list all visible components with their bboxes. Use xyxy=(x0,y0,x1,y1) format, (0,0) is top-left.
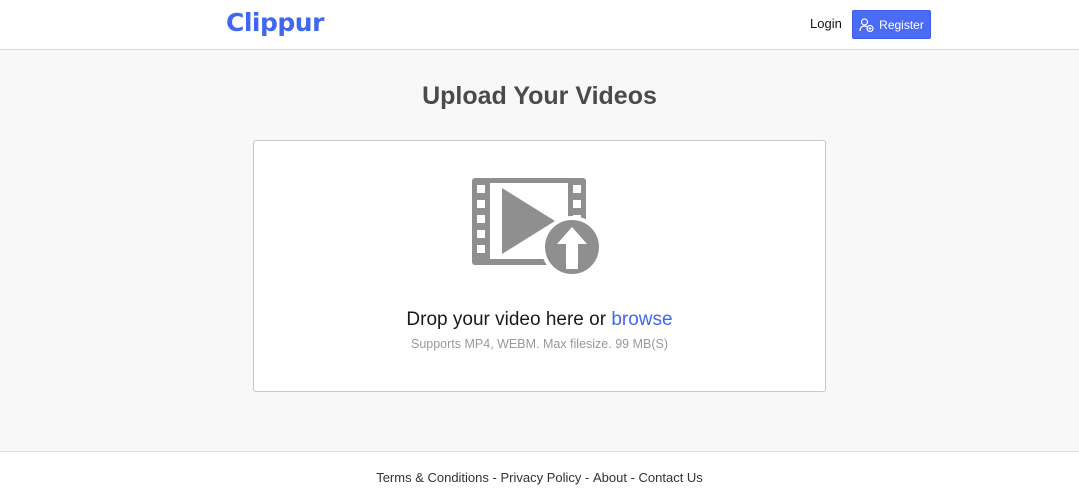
page-title: Upload Your Videos xyxy=(422,82,657,110)
user-add-icon xyxy=(859,17,874,32)
footer-separator: - xyxy=(626,470,639,485)
register-label: Register xyxy=(879,17,924,32)
logo[interactable]: Clippur xyxy=(226,7,324,39)
drop-text: Drop your video here or xyxy=(406,309,612,330)
terms-link[interactable]: Terms & Conditions xyxy=(376,470,489,485)
video-upload-icon xyxy=(471,177,603,284)
supported-formats-text: Supports MP4, WEBM. Max filesize. 99 MB(… xyxy=(410,337,668,351)
login-link[interactable]: Login xyxy=(810,16,842,32)
footer-separator: - xyxy=(581,470,593,485)
video-dropzone[interactable]: Drop your video here or browse Supports … xyxy=(253,140,826,392)
about-link[interactable]: About xyxy=(593,470,627,485)
drop-instructions: Drop your video here or browse xyxy=(254,308,825,332)
privacy-link[interactable]: Privacy Policy xyxy=(500,470,581,485)
site-header: Clippur Login Register xyxy=(0,0,1079,50)
logo-text: Clippur xyxy=(226,8,324,37)
footer-separator: - xyxy=(488,470,501,485)
browse-link[interactable]: browse xyxy=(611,309,672,330)
site-footer: Terms & Conditions - Privacy Policy - Ab… xyxy=(0,451,1079,500)
register-button[interactable]: Register xyxy=(852,10,931,39)
footer-links: Terms & Conditions - Privacy Policy - Ab… xyxy=(0,470,1079,486)
contact-link[interactable]: Contact Us xyxy=(639,470,703,485)
